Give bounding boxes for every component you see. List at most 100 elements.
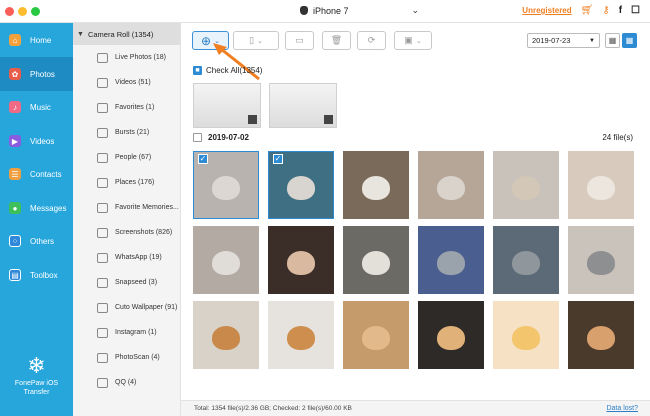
nav-item-music[interactable]: ♪ Music: [0, 90, 73, 124]
album-item-label: Bursts (21): [115, 129, 150, 136]
list-view-icon: ▦: [608, 36, 617, 45]
nav-label: Others: [30, 236, 55, 246]
unregistered-link[interactable]: Unregistered: [522, 6, 571, 15]
photo-subject: [587, 250, 615, 275]
album-item[interactable]: Snapseed (3): [73, 270, 180, 295]
album-item[interactable]: QQ (4): [73, 370, 180, 395]
annotation-arrow: [213, 43, 260, 81]
nav-item-contacts[interactable]: ☰ Contacts: [0, 157, 73, 191]
snowflake-logo-icon: ❄: [27, 353, 46, 378]
select-arrow-icon: ▼: [589, 37, 595, 44]
nav-item-messages[interactable]: ● Messages: [0, 191, 73, 225]
photo-thumbnail[interactable]: ✓: [193, 151, 259, 219]
delete-button[interactable]: 🗑︎: [322, 31, 351, 50]
photo-thumbnail[interactable]: [493, 226, 559, 294]
album-item[interactable]: Live Photos (18): [73, 45, 180, 70]
refresh-button[interactable]: ⟳: [357, 31, 386, 50]
facebook-icon[interactable]: f: [619, 5, 622, 16]
add-icon: ⊕: [201, 33, 212, 48]
export-to-pc-button[interactable]: ▭: [285, 31, 314, 50]
photo-thumbnail[interactable]: [343, 226, 409, 294]
photo-thumbnail[interactable]: [418, 151, 484, 219]
photo-thumbnail[interactable]: [418, 226, 484, 294]
album-item[interactable]: Cuto Wallpaper (91): [73, 295, 180, 320]
album-item[interactable]: Places (176): [73, 170, 180, 195]
feedback-icon[interactable]: ☐: [631, 5, 640, 16]
photo-thumbnail[interactable]: [568, 301, 634, 369]
nav-item-toolbox[interactable]: ▤ Toolbox: [0, 258, 73, 292]
people-icon: [97, 152, 108, 163]
album-item[interactable]: Bursts (21): [73, 120, 180, 145]
recent-thumbnail[interactable]: [269, 83, 337, 128]
device-selector[interactable]: iPhone 7 ⌄: [300, 5, 419, 16]
data-lost-link[interactable]: Data lost?: [606, 405, 638, 412]
photo-thumbnail[interactable]: [418, 301, 484, 369]
zoom-window-button[interactable]: [31, 7, 40, 16]
photo-thumbnail[interactable]: [493, 151, 559, 219]
album-item[interactable]: Screenshots (826): [73, 220, 180, 245]
album-item-label: Cuto Wallpaper (91): [115, 304, 178, 311]
photo-thumbnail[interactable]: [193, 226, 259, 294]
check-all[interactable]: ■ Check All(1354): [193, 66, 262, 75]
grid-view-button[interactable]: ▦: [622, 33, 637, 48]
places-icon: [97, 177, 108, 188]
key-icon[interactable]: ⚷: [602, 5, 609, 16]
date-group-header: 2019-07-02 24 file(s): [193, 133, 633, 142]
photo-subject: [362, 175, 390, 200]
photo-thumbnail[interactable]: [568, 226, 634, 294]
nav-item-others[interactable]: ⁘ Others: [0, 224, 73, 258]
title-bar: iPhone 7 ⌄ Unregistered 🛒︎ ⚷ f ☐: [0, 0, 650, 23]
date-group-checkbox[interactable]: [193, 133, 202, 142]
photo-thumbnail[interactable]: [268, 301, 334, 369]
date-filter-value: 2019-07-23: [532, 36, 571, 45]
close-window-button[interactable]: [5, 7, 14, 16]
recent-thumbnail[interactable]: [193, 83, 261, 128]
minimize-window-button[interactable]: [18, 7, 27, 16]
photo-thumbnail[interactable]: ✓: [268, 151, 334, 219]
contacts-icon: ☰: [9, 168, 21, 180]
photo-thumbnail[interactable]: [343, 301, 409, 369]
folder-icon: [97, 352, 108, 363]
photo-thumbnail[interactable]: [493, 301, 559, 369]
photo-thumbnail[interactable]: [268, 226, 334, 294]
album-item-label: Screenshots (826): [115, 229, 173, 236]
album-item-label: Instagram (1): [115, 329, 157, 336]
photo-thumbnail[interactable]: [568, 151, 634, 219]
album-item-label: Favorite Memories...: [115, 204, 179, 211]
brand-line-1: FonePaw iOS: [14, 380, 59, 387]
nav-label: Home: [30, 35, 52, 45]
album-item[interactable]: Favorites (1): [73, 95, 180, 120]
album-item[interactable]: People (67): [73, 145, 180, 170]
photo-subject: [512, 250, 540, 275]
check-all-label: Check All(1354): [206, 66, 263, 75]
main-content: ⊕ ⌄ ▯ ⌄ ▭ 🗑︎ ⟳ ▣ ⌄ 2019-07-23 ▼ ▦ ▦ ■ Ch…: [181, 23, 650, 416]
file-count: 24 file(s): [602, 133, 633, 142]
photo-checkbox[interactable]: ✓: [198, 154, 208, 164]
photo-subject: [212, 175, 240, 200]
album-item[interactable]: Videos (51): [73, 70, 180, 95]
photos-icon: ✿: [9, 68, 21, 80]
photo-thumbnail[interactable]: [193, 301, 259, 369]
date-filter-select[interactable]: 2019-07-23 ▼: [527, 33, 600, 48]
album-item[interactable]: Favorite Memories...: [73, 195, 180, 220]
photo-subject: [437, 250, 465, 275]
album-item[interactable]: PhotoScan (4): [73, 345, 180, 370]
grid-view-icon: ▦: [625, 36, 634, 45]
nav-item-videos[interactable]: ▶ Videos: [0, 124, 73, 158]
toolbox-button[interactable]: ▣ ⌄: [394, 31, 432, 50]
photo-subject: [287, 250, 315, 275]
folder-icon: [97, 252, 108, 263]
nav-item-home[interactable]: ⌂ Home: [0, 23, 73, 57]
photo-thumbnail[interactable]: [343, 151, 409, 219]
folder-icon: [97, 277, 108, 288]
check-all-checkbox[interactable]: ■: [193, 66, 202, 75]
photo-checkbox[interactable]: ✓: [273, 154, 283, 164]
list-view-button[interactable]: ▦: [605, 33, 620, 48]
nav-item-photos[interactable]: ✿ Photos: [0, 57, 73, 91]
album-item[interactable]: WhatsApp (19): [73, 245, 180, 270]
main-navigation: ⌂ Home ✿ Photos ♪ Music ▶ Videos ☰ Conta…: [0, 23, 73, 416]
album-header-camera-roll[interactable]: ▼ Camera Roll (1354): [73, 23, 180, 45]
cart-icon[interactable]: 🛒︎: [581, 5, 594, 16]
date-group-label: 2019-07-02: [208, 133, 249, 142]
album-item[interactable]: Instagram (1): [73, 320, 180, 345]
